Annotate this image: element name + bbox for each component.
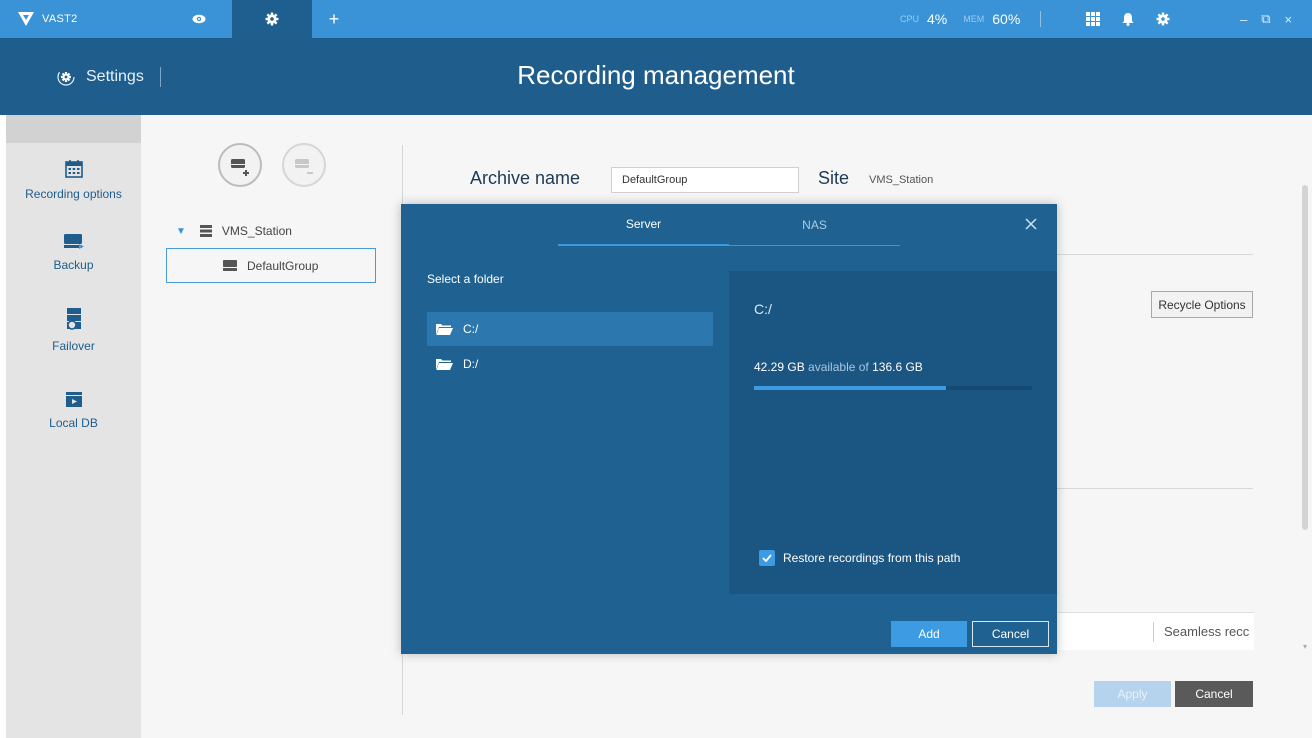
tab-nas[interactable]: NAS (729, 204, 900, 246)
add-storage-icon (231, 159, 249, 176)
section-divider (1057, 488, 1253, 489)
folder-details-panel: C:/ 42.29 GB available of 136.6 GB Resto… (729, 271, 1057, 594)
restore-checkbox[interactable] (759, 550, 775, 566)
tab-settings[interactable] (232, 0, 312, 38)
storage-usage-fill (754, 386, 946, 390)
tab-server[interactable]: Server (558, 204, 729, 246)
selected-path: C:/ (754, 301, 772, 317)
folder-label: D:/ (463, 357, 479, 371)
storage-group-icon (223, 260, 237, 271)
vivotek-logo-icon (18, 12, 34, 26)
app-name: VAST2 (42, 13, 78, 25)
restore-label: Restore recordings from this path (783, 551, 961, 565)
tree-node-station[interactable]: ▼ VMS_Station (176, 224, 292, 238)
folder-item-c[interactable]: C:/ (427, 312, 713, 346)
seamless-recording-field[interactable]: Seamless recc (1058, 612, 1254, 650)
sidebar: Recording options Backup Failover Local … (6, 115, 141, 738)
total-space: 136.6 GB (872, 360, 923, 374)
system-stats: CPU 4% MEM 60% (900, 0, 1059, 38)
calendar-icon (6, 159, 141, 179)
select-folder-label: Select a folder (427, 272, 504, 286)
window-controls: – ⧉ × (1240, 0, 1306, 38)
site-label: Site (818, 168, 850, 188)
server-icon (199, 225, 212, 237)
site-value: VMS_Station (869, 174, 934, 186)
restore-window-icon[interactable]: ⧉ (1261, 11, 1270, 27)
field-divider (1153, 622, 1154, 642)
sidebar-item-label: Recording options (25, 187, 122, 201)
tree-node-label: VMS_Station (221, 224, 292, 238)
storage-usage-bar (754, 386, 1032, 390)
app-brand: VAST2 (0, 0, 168, 38)
title-bar: VAST2 + CPU 4% MEM 60% – ⧉ × (0, 0, 1312, 38)
cpu-value: 4% (927, 11, 948, 27)
mem-value: 60% (992, 11, 1021, 27)
seamless-recording-label: Seamless recc (1164, 624, 1250, 639)
stats-divider (1040, 11, 1042, 27)
folder-open-icon (435, 357, 453, 371)
sidebar-item-local-db[interactable]: Local DB (6, 390, 141, 430)
minimize-icon[interactable]: – (1240, 12, 1247, 27)
folder-item-d[interactable]: D:/ (427, 347, 713, 381)
mem-label: MEM (963, 14, 985, 24)
sidebar-top-strip (6, 115, 141, 143)
storage-availability: 42.29 GB available of 136.6 GB (754, 360, 923, 374)
dialog-tabs: Server NAS (558, 204, 901, 246)
close-window-icon[interactable]: × (1285, 12, 1293, 27)
drive-icon (6, 232, 141, 250)
dialog-cancel-button[interactable]: Cancel (972, 621, 1049, 647)
scroll-down-arrow-icon[interactable]: ▾ (1303, 642, 1307, 651)
select-folder-dialog: Server NAS Select a folder C:/ D:/ C:/ 4… (401, 204, 1057, 654)
settings-gear-icon[interactable] (1156, 12, 1170, 26)
restore-recordings-option[interactable]: Restore recordings from this path (759, 550, 960, 566)
sidebar-item-failover[interactable]: Failover (6, 307, 141, 353)
close-icon[interactable] (1025, 218, 1037, 230)
tab-liveview[interactable] (168, 0, 230, 38)
add-group-button[interactable] (218, 143, 262, 187)
cpu-label: CPU (900, 14, 920, 24)
cancel-button[interactable]: Cancel (1175, 681, 1253, 707)
folder-open-icon (435, 322, 453, 336)
grid-icon[interactable] (1086, 12, 1100, 26)
page-title: Recording management (517, 60, 795, 90)
gear-icon (265, 12, 279, 26)
eye-icon (192, 14, 206, 24)
sidebar-item-label: Backup (53, 258, 94, 272)
bell-icon[interactable] (1122, 12, 1134, 26)
archive-name-label: Archive name (470, 168, 581, 188)
sidebar-item-backup[interactable]: Backup (6, 232, 141, 272)
add-tab-button[interactable]: + (312, 0, 356, 38)
remove-group-button[interactable] (282, 143, 326, 187)
available-space: 42.29 GB (754, 360, 805, 374)
sidebar-item-recording-options[interactable]: Recording options (6, 159, 141, 201)
top-icons (1086, 0, 1192, 38)
expand-arrow-icon[interactable]: ▼ (176, 226, 186, 237)
remove-storage-icon (295, 159, 313, 174)
add-button[interactable]: Add (891, 621, 967, 647)
sidebar-item-label: Local DB (49, 416, 98, 430)
folder-label: C:/ (463, 322, 479, 336)
available-of-text: available of (808, 360, 869, 374)
server-sync-icon (6, 307, 141, 331)
recycle-options-button[interactable]: Recycle Options (1151, 291, 1253, 318)
sidebar-item-label: Failover (52, 339, 95, 353)
tree-node-group[interactable]: DefaultGroup (166, 248, 376, 283)
archive-name-input[interactable] (611, 167, 799, 193)
section-divider (1057, 254, 1253, 255)
apply-button[interactable]: Apply (1094, 681, 1171, 707)
tree-node-label: DefaultGroup (247, 258, 319, 273)
scrollbar[interactable] (1302, 185, 1308, 530)
page-header: Settings Recording management (0, 38, 1312, 115)
checkmark-icon (762, 554, 772, 562)
database-folder-icon (6, 390, 141, 408)
